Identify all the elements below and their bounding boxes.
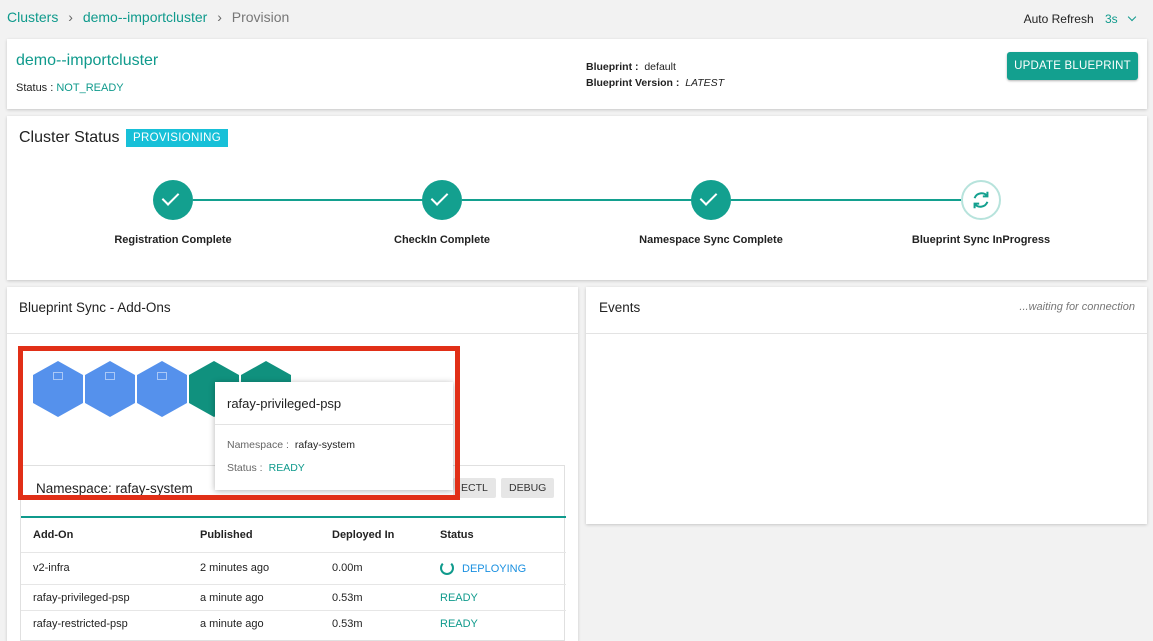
addon-hexagon[interactable] xyxy=(137,361,187,417)
status-deploying: DEPLOYING xyxy=(462,563,527,575)
breadcrumb-cluster-link[interactable]: demo--importcluster xyxy=(83,9,207,25)
update-blueprint-button[interactable]: UPDATE BLUEPRINT xyxy=(1007,52,1138,80)
column-header: Add-On xyxy=(33,529,74,541)
addon-hexagon[interactable] xyxy=(33,361,83,417)
namespace-title: Namespace: rafay-system xyxy=(36,481,193,496)
check-icon xyxy=(699,188,718,206)
step-label: Registration Complete xyxy=(114,234,232,246)
addon-hexagon[interactable] xyxy=(85,361,135,417)
cluster-status-title: Cluster Status xyxy=(19,129,120,146)
provisioning-badge: PROVISIONING xyxy=(126,129,228,147)
breadcrumb-clusters-link[interactable]: Clusters xyxy=(7,9,58,25)
addon-icon xyxy=(105,372,115,380)
addon-icon xyxy=(157,372,167,380)
refresh-icon xyxy=(973,191,989,209)
addons-table: Add-On Published Deployed In Status v2-i… xyxy=(21,516,566,636)
divider xyxy=(7,333,578,334)
table-row[interactable]: rafay-restricted-psp a minute ago 0.53m … xyxy=(21,610,566,636)
check-icon xyxy=(161,188,180,206)
status-ready: READY xyxy=(440,618,478,630)
blueprint-info: Blueprint : default Blueprint Version : … xyxy=(586,59,724,91)
debug-button[interactable]: DEBUG xyxy=(501,478,555,498)
status-label: Status : xyxy=(16,82,54,94)
divider xyxy=(586,333,1147,334)
spinner-icon xyxy=(440,561,454,575)
blueprint-label: Blueprint : xyxy=(586,61,639,73)
cluster-name: demo--importcluster xyxy=(16,52,159,69)
blueprint-version-label: Blueprint Version : xyxy=(586,77,680,89)
tooltip-namespace-label: Namespace : xyxy=(227,439,289,451)
tooltip-status-label: Status : xyxy=(227,462,263,474)
tooltip-namespace-value: rafay-system xyxy=(294,439,355,451)
kubectl-button[interactable]: ECTL xyxy=(453,478,496,498)
table-row[interactable]: rafay-privileged-psp a minute ago 0.53m … xyxy=(21,584,566,610)
published-time: a minute ago xyxy=(200,592,264,604)
breadcrumb-separator: › xyxy=(217,9,222,25)
addon-name: rafay-privileged-psp xyxy=(33,592,130,604)
deployed-in: 0.53m xyxy=(332,618,363,630)
table-header: Add-On Published Deployed In Status xyxy=(21,516,566,552)
column-header: Published xyxy=(200,529,253,541)
deployed-in: 0.53m xyxy=(332,592,363,604)
column-header: Deployed In xyxy=(332,529,395,541)
cluster-header-card: demo--importcluster Status : NOT_READY B… xyxy=(7,39,1147,109)
addon-name: v2-infra xyxy=(33,562,70,574)
status-ready: READY xyxy=(440,592,478,604)
divider xyxy=(215,424,453,425)
breadcrumb: Clusters › demo--importcluster › Provisi… xyxy=(7,9,289,25)
step-connector xyxy=(193,199,423,201)
blueprint-sync-title: Blueprint Sync - Add-Ons xyxy=(19,300,171,315)
events-card: Events ...waiting for connection xyxy=(586,287,1147,524)
published-time: 2 minutes ago xyxy=(200,562,270,574)
step-registration-icon xyxy=(153,180,193,220)
events-connection-status: ...waiting for connection xyxy=(1019,301,1135,313)
column-header: Status xyxy=(440,529,474,541)
step-label: Blueprint Sync InProgress xyxy=(911,234,1051,246)
auto-refresh-control[interactable]: Auto Refresh 3s xyxy=(1023,12,1137,26)
tooltip-title: rafay-privileged-psp xyxy=(227,396,342,411)
step-namespace-sync-icon xyxy=(691,180,731,220)
chevron-down-icon[interactable] xyxy=(1127,12,1137,22)
auto-refresh-label: Auto Refresh xyxy=(1023,12,1094,26)
breadcrumb-separator: › xyxy=(68,9,73,25)
addon-name: rafay-restricted-psp xyxy=(33,618,128,630)
cluster-status-card: Cluster Status PROVISIONING Registration… xyxy=(7,116,1147,280)
step-label: Namespace Sync Complete xyxy=(639,234,783,246)
published-time: a minute ago xyxy=(200,618,264,630)
auto-refresh-value[interactable]: 3s xyxy=(1105,12,1118,26)
addon-tooltip: rafay-privileged-psp Namespace : rafay-sy… xyxy=(215,382,453,490)
cluster-status: Status : NOT_READY xyxy=(16,82,124,94)
step-checkin-icon xyxy=(422,180,462,220)
step-connector xyxy=(462,199,692,201)
table-row[interactable]: v2-infra 2 minutes ago 0.00m DEPLOYING xyxy=(21,552,566,584)
deployed-in: 0.00m xyxy=(332,562,363,574)
status-value: NOT_READY xyxy=(56,82,124,94)
tooltip-status: Status : READY xyxy=(227,462,305,474)
top-bar: Clusters › demo--importcluster › Provisi… xyxy=(0,0,1153,36)
tooltip-status-value: READY xyxy=(268,462,305,474)
step-blueprint-sync-icon xyxy=(961,180,1001,220)
step-connector xyxy=(731,199,961,201)
events-title: Events xyxy=(599,300,641,315)
addon-icon xyxy=(53,372,63,380)
blueprint-value: default xyxy=(644,61,676,73)
blueprint-version-value: LATEST xyxy=(685,77,725,89)
check-icon xyxy=(430,188,449,206)
namespace-panel: Namespace: rafay-system ECTL DEBUG Add-O… xyxy=(20,465,566,641)
breadcrumb-current: Provision xyxy=(231,9,290,25)
tooltip-namespace: Namespace : rafay-system xyxy=(227,439,355,451)
step-label: CheckIn Complete xyxy=(394,234,490,246)
